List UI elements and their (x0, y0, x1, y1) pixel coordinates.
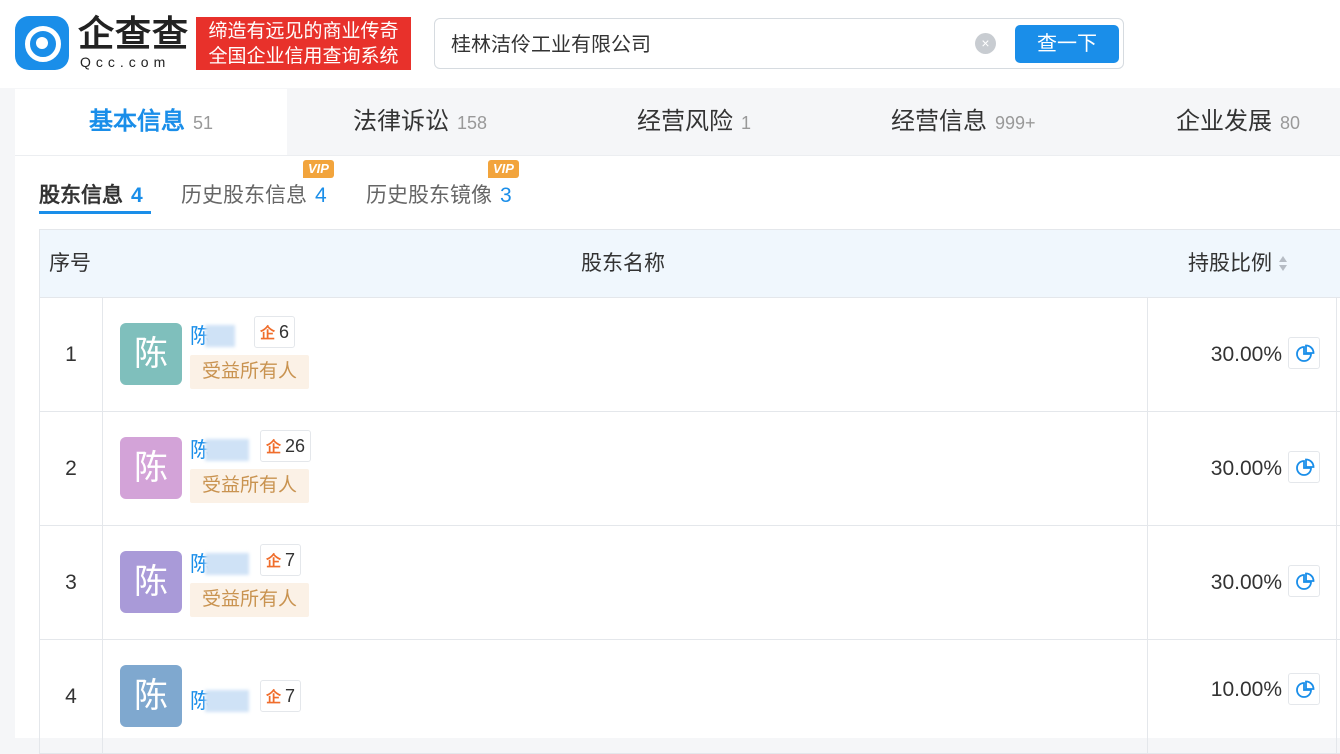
table-row: 1 陈 陈 企6 受益所有人 30.00% (40, 298, 1340, 412)
shareholder-name-link[interactable]: 陈 (190, 548, 249, 578)
tab-label: 法律诉讼 (353, 108, 449, 135)
header-ratio[interactable]: 持股比例 (1188, 230, 1288, 298)
relation-graph-tag[interactable]: 企7 (260, 680, 302, 712)
shareholder-cell: 陈 陈 企 26 受益所有人 (103, 412, 1148, 525)
graph-count: 26 (285, 436, 306, 456)
main-panel: 基本信息 51 法律诉讼 158 经营风险 1 经营信息 999+ 企业发展 80 股东信… (15, 89, 1340, 754)
shareholder-cell: 陈 陈 企7 (103, 640, 1148, 753)
relation-graph-icon: 企 (266, 689, 282, 706)
row-index: 1 (40, 298, 103, 411)
tab-risk[interactable]: 经营风险 1 (637, 89, 751, 155)
table-header: 序号 股东名称 持股比例 (40, 229, 1340, 298)
row-index: 2 (40, 412, 103, 525)
graph-count: 7 (285, 686, 296, 706)
header-name: 股东名称 (581, 252, 665, 275)
slogan-banner: 缔造有远见的商业传奇 全国企业信用查询系统 (196, 17, 411, 70)
search-input[interactable] (451, 31, 961, 54)
clear-icon[interactable]: × (975, 33, 996, 54)
tab-count: 51 (192, 113, 214, 133)
slogan-line-2: 全国企业信用查询系统 (208, 46, 399, 67)
ratio-cell: 10.00% (1148, 640, 1337, 753)
pie-chart-icon[interactable] (1288, 337, 1320, 369)
avatar: 陈 (120, 437, 182, 499)
relation-graph-icon: 企 (266, 439, 282, 456)
subtab-label: 历史股东信息 (181, 184, 307, 207)
holding-ratio: 10.00% (1210, 678, 1282, 701)
subtab-history-shareholders[interactable]: VIP 历史股东信息 4 (181, 160, 334, 209)
tab-label: 经营信息 (891, 108, 987, 135)
logo-text[interactable]: 企查查 (78, 14, 189, 54)
subtab-count: 4 (131, 184, 143, 207)
table-row: 4 陈 陈 企7 10.00% (40, 640, 1340, 754)
tab-basic-info[interactable]: 基本信息 51 (15, 89, 287, 155)
tab-label: 经营风险 (637, 108, 733, 135)
vip-badge: VIP (303, 160, 334, 178)
avatar: 陈 (120, 323, 182, 385)
row-index: 4 (40, 640, 103, 753)
slogan-line-1: 缔造有远见的商业传奇 (208, 21, 399, 42)
avatar: 陈 (120, 665, 182, 727)
redacted-name (205, 439, 249, 461)
tab-label: 企业发展 (1176, 108, 1272, 135)
header-index: 序号 (49, 252, 91, 275)
vip-badge: VIP (488, 160, 519, 178)
relation-graph-tag[interactable]: 企7 (260, 544, 302, 576)
main-tabs: 基本信息 51 法律诉讼 158 经营风险 1 经营信息 999+ 企业发展 80 (15, 89, 1340, 156)
shareholder-name-link[interactable]: 陈 (190, 685, 249, 715)
row-index: 3 (40, 526, 103, 639)
search-button[interactable]: 查一下 (1015, 25, 1119, 63)
shareholder-name-link[interactable]: 陈 (190, 320, 235, 350)
tab-label: 基本信息 (88, 108, 185, 135)
avatar: 陈 (120, 551, 182, 613)
pie-chart-icon[interactable] (1288, 565, 1320, 597)
redacted-name (205, 325, 235, 347)
holding-ratio: 30.00% (1210, 343, 1282, 366)
subtab-count: 3 (500, 184, 512, 207)
ratio-cell: 30.00% (1148, 412, 1337, 525)
holding-ratio: 30.00% (1210, 457, 1282, 480)
shareholder-table: 序号 股东名称 持股比例 1 陈 陈 企6 受益所有人 30.00% 2 陈 陈… (39, 229, 1340, 754)
sub-tabs: 股东信息 4 VIP 历史股东信息 4 VIP 历史股东镜像 3 (15, 155, 1340, 229)
subtab-count: 4 (315, 184, 327, 207)
subtab-label: 历史股东镜像 (366, 184, 492, 207)
tab-legal[interactable]: 法律诉讼 158 (353, 89, 487, 155)
qcc-logo-icon[interactable] (15, 16, 69, 70)
header: 企查查 Qcc.com 缔造有远见的商业传奇 全国企业信用查询系统 × 查一下 (0, 0, 1340, 88)
pie-chart-icon[interactable] (1288, 451, 1320, 483)
header-ratio-label: 持股比例 (1188, 252, 1272, 275)
subtab-shareholders[interactable]: 股东信息 4 (39, 179, 143, 209)
tab-count: 1 (741, 113, 752, 133)
relation-graph-icon: 企 (266, 553, 282, 570)
beneficial-owner-tag: 受益所有人 (190, 583, 310, 617)
relation-graph-tag[interactable]: 企 26 (260, 430, 312, 462)
tab-count: 999+ (995, 113, 1036, 133)
logo-domain: Qcc.com (80, 54, 171, 70)
relation-graph-tag[interactable]: 企6 (254, 316, 296, 348)
beneficial-owner-tag: 受益所有人 (190, 355, 310, 389)
table-row: 3 陈 陈 企7 受益所有人 30.00% (40, 526, 1340, 640)
subtab-history-mirror[interactable]: VIP 历史股东镜像 3 (366, 160, 519, 209)
tab-operation[interactable]: 经营信息 999+ (891, 89, 1036, 155)
tab-count: 80 (1280, 113, 1301, 133)
ratio-cell: 30.00% (1148, 298, 1337, 411)
table-row: 2 陈 陈 企 26 受益所有人 30.00% (40, 412, 1340, 526)
search-box: × 查一下 (434, 18, 1124, 69)
shareholder-cell: 陈 陈 企7 受益所有人 (103, 526, 1148, 639)
pie-chart-icon[interactable] (1288, 673, 1320, 705)
redacted-name (205, 690, 249, 712)
tab-development[interactable]: 企业发展 80 (1176, 89, 1300, 155)
relation-graph-icon: 企 (260, 325, 276, 342)
subtab-label: 股东信息 (39, 184, 123, 207)
redacted-name (205, 553, 249, 575)
active-subtab-underline (39, 211, 151, 214)
holding-ratio: 30.00% (1210, 571, 1282, 594)
beneficial-owner-tag: 受益所有人 (190, 469, 310, 503)
shareholder-name-link[interactable]: 陈 (190, 434, 249, 464)
tab-count: 158 (457, 113, 488, 133)
shareholder-cell: 陈 陈 企6 受益所有人 (103, 298, 1148, 411)
graph-count: 6 (279, 322, 290, 342)
ratio-cell: 30.00% (1148, 526, 1337, 639)
graph-count: 7 (285, 550, 296, 570)
sort-icon[interactable] (1278, 256, 1288, 272)
